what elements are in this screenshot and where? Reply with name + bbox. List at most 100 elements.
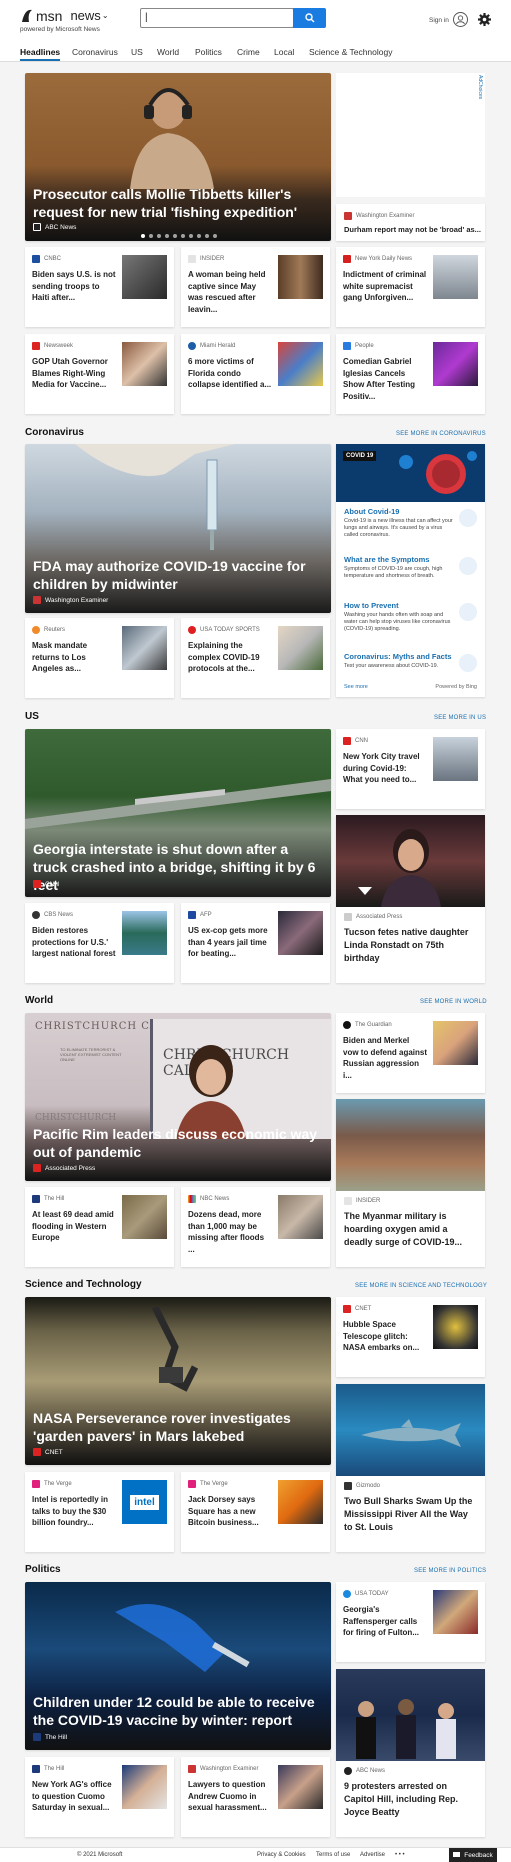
card-title[interactable]: Dozens dead, more than 1,000 may be miss… xyxy=(188,1209,272,1255)
covid-item-heading[interactable]: About Covid-19 xyxy=(344,507,399,516)
nav-headlines[interactable]: Headlines xyxy=(20,47,61,61)
news-card[interactable]: CNBC Biden says U.S. is not sending troo… xyxy=(25,247,174,327)
chevron-down-icon[interactable]: ⌄ xyxy=(102,8,109,24)
news-card[interactable]: CNET Hubble Space Telescope glitch: NASA… xyxy=(336,1297,485,1377)
card-title[interactable]: Hubble Space Telescope glitch: NASA emba… xyxy=(343,1319,427,1354)
adchoices-label[interactable]: AdChoices xyxy=(477,75,483,99)
hero-card-top[interactable]: Prosecutor calls Mollie Tibbetts killer'… xyxy=(25,73,331,241)
card-title[interactable]: Lawyers to question Andrew Cuomo in sexu… xyxy=(188,1779,272,1814)
card-title[interactable]: Tucson fetes native daughter Linda Ronst… xyxy=(344,926,476,965)
news-card[interactable]: The Verge Intel is reportedly in talks t… xyxy=(25,1472,174,1552)
nav-crime[interactable]: Crime xyxy=(237,47,260,57)
card-title[interactable]: Biden says U.S. is not sending troops to… xyxy=(32,269,116,304)
advertise-link[interactable]: Advertise xyxy=(360,1852,385,1858)
news-card[interactable]: USA TODAY Georgia's Raffensperger calls … xyxy=(336,1582,485,1662)
card-title[interactable]: Explaining the complex COVID-19 protocol… xyxy=(188,640,272,675)
see-more-world[interactable]: SEE MORE IN WORLD xyxy=(420,999,487,1005)
card-title[interactable]: US ex-cop gets more than 4 years jail ti… xyxy=(188,925,272,960)
play-icon[interactable] xyxy=(358,887,372,895)
news-card[interactable]: Miami Herald 6 more victims of Florida c… xyxy=(181,334,330,414)
nav-politics[interactable]: Politics xyxy=(195,47,222,57)
card-title[interactable]: Georgia's Raffensperger calls for firing… xyxy=(343,1604,427,1639)
news-card[interactable]: INSIDER A woman being held captive since… xyxy=(181,247,330,327)
news-card[interactable]: NBC News Dozens dead, more than 1,000 ma… xyxy=(181,1187,330,1267)
card-title[interactable]: New York AG's office to question Cuomo S… xyxy=(32,1779,116,1814)
card-title[interactable]: GOP Utah Governor Blames Right-Wing Medi… xyxy=(32,356,116,391)
hero-card-politics[interactable]: Children under 12 could be able to recei… xyxy=(25,1582,331,1750)
news-card[interactable]: New York Daily News Indictment of crimin… xyxy=(336,247,485,327)
see-more-coronavirus[interactable]: SEE MORE IN CORONAVIRUS xyxy=(396,431,486,437)
msn-logo[interactable]: msn news ⌄ xyxy=(20,8,109,24)
hero-headline[interactable]: FDA may authorize COVID-19 vaccine for c… xyxy=(33,557,323,593)
hero-headline[interactable]: Prosecutor calls Mollie Tibbetts killer'… xyxy=(33,185,323,221)
hero-card-scitech[interactable]: NASA Perseverance rover investigates 'ga… xyxy=(25,1297,331,1465)
hero-headline[interactable]: NASA Perseverance rover investigates 'ga… xyxy=(33,1409,323,1445)
side-card-top[interactable]: Washington Examiner Durham report may no… xyxy=(336,204,485,241)
news-card-tall[interactable]: ABC News 9 protesters arrested on Capito… xyxy=(336,1669,485,1837)
avatar[interactable] xyxy=(453,12,468,27)
card-title[interactable]: Mask mandate returns to Los Angeles as..… xyxy=(32,640,116,675)
side-card-title[interactable]: Durham report may not be 'broad' as... xyxy=(344,225,481,234)
card-title[interactable]: Biden and Merkel vow to defend against R… xyxy=(343,1035,427,1081)
hero-card-us[interactable]: Georgia interstate is shut down after a … xyxy=(25,729,331,897)
news-card[interactable]: Reuters Mask mandate returns to Los Ange… xyxy=(25,618,174,698)
covid-item-heading[interactable]: Coronavirus: Myths and Facts xyxy=(344,652,452,661)
card-title[interactable]: Indictment of criminal white supremacist… xyxy=(343,269,427,304)
news-card[interactable]: CBS News Biden restores protections for … xyxy=(25,903,174,983)
card-title[interactable]: At least 69 dead amid flooding in Wester… xyxy=(32,1209,116,1244)
news-card[interactable]: CNN New York City travel during Covid-19… xyxy=(336,729,485,809)
hero-card-coronavirus[interactable]: FDA may authorize COVID-19 vaccine for c… xyxy=(25,444,331,613)
covid-item-about[interactable]: About Covid-19 Covid-19 is a new illness … xyxy=(336,507,485,549)
terms-link[interactable]: Terms of use xyxy=(316,1852,350,1858)
covid-item-heading[interactable]: How to Prevent xyxy=(344,601,399,610)
covid-item-prevent[interactable]: How to Prevent Washing your hands often w… xyxy=(336,601,485,645)
nav-world[interactable]: World xyxy=(157,47,179,57)
search-button[interactable] xyxy=(293,8,326,28)
sign-in-link[interactable]: Sign in xyxy=(429,17,449,24)
nav-science-technology[interactable]: Science & Technology xyxy=(309,47,392,57)
hero-headline[interactable]: Pacific Rim leaders discuss economic way… xyxy=(33,1125,323,1161)
see-more-us[interactable]: SEE MORE IN US xyxy=(434,715,486,721)
hero-card-world[interactable]: CHRISTCHURCH CALL TO ELIMINATE TERRORIST… xyxy=(25,1013,331,1181)
see-more-scitech[interactable]: SEE MORE IN SCIENCE AND TECHNOLOGY xyxy=(355,1283,487,1289)
news-card[interactable]: The Hill New York AG's office to questio… xyxy=(25,1757,174,1837)
card-title[interactable]: 9 protesters arrested on Capitol Hill, i… xyxy=(344,1780,476,1819)
card-title[interactable]: 6 more victims of Florida condo collapse… xyxy=(188,356,272,391)
hero-headline[interactable]: Children under 12 could be able to recei… xyxy=(33,1693,323,1729)
card-title[interactable]: The Myanmar military is hoarding oxygen … xyxy=(344,1210,476,1249)
news-card[interactable]: The Guardian Biden and Merkel vow to def… xyxy=(336,1013,485,1093)
section-name[interactable]: news xyxy=(70,8,100,24)
nav-coronavirus[interactable]: Coronavirus xyxy=(72,47,118,57)
news-card[interactable]: Newsweek GOP Utah Governor Blames Right-… xyxy=(25,334,174,414)
news-card-tall[interactable]: Gizmodo Two Bull Sharks Swam Up the Miss… xyxy=(336,1384,485,1552)
covid-see-more[interactable]: See more xyxy=(344,684,368,690)
news-card-tall[interactable]: Associated Press Tucson fetes native dau… xyxy=(336,815,485,983)
nav-us[interactable]: US xyxy=(131,47,143,57)
news-card[interactable]: The Verge Jack Dorsey says Square has a … xyxy=(181,1472,330,1552)
news-card[interactable]: Washington Examiner Lawyers to question … xyxy=(181,1757,330,1837)
covid-item-heading[interactable]: What are the Symptoms xyxy=(344,555,429,564)
carousel-dots[interactable] xyxy=(141,234,217,238)
search-input[interactable]: | xyxy=(140,8,294,28)
card-title[interactable]: Intel is reportedly in talks to buy the … xyxy=(32,1494,116,1529)
covid-item-myths[interactable]: Coronavirus: Myths and Facts Test your aw… xyxy=(336,652,485,676)
ad-slot[interactable]: AdChoices xyxy=(336,73,485,197)
card-title[interactable]: New York City travel during Covid-19: Wh… xyxy=(343,751,427,786)
card-title[interactable]: A woman being held captive since May was… xyxy=(188,269,272,315)
covid-item-symptoms[interactable]: What are the Symptoms Symptoms of COVID-1… xyxy=(336,555,485,593)
more-options-icon[interactable]: • • • xyxy=(395,1852,405,1858)
news-card[interactable]: People Comedian Gabriel Iglesias Cancels… xyxy=(336,334,485,414)
news-card[interactable]: USA TODAY SPORTS Explaining the complex … xyxy=(181,618,330,698)
card-title[interactable]: Two Bull Sharks Swam Up the Mississippi … xyxy=(344,1495,476,1534)
see-more-politics[interactable]: SEE MORE IN POLITICS xyxy=(414,1568,486,1574)
feedback-button[interactable]: Feedback xyxy=(449,1848,497,1862)
card-title[interactable]: Comedian Gabriel Iglesias Cancels Show A… xyxy=(343,356,427,402)
gear-icon[interactable] xyxy=(477,12,492,27)
news-card[interactable]: AFP US ex-cop gets more than 4 years jai… xyxy=(181,903,330,983)
privacy-link[interactable]: Privacy & Cookies xyxy=(257,1852,306,1858)
hero-headline[interactable]: Georgia interstate is shut down after a … xyxy=(33,840,323,894)
nav-local[interactable]: Local xyxy=(274,47,294,57)
card-title[interactable]: Biden restores protections for U.S.' lar… xyxy=(32,925,116,960)
news-card-tall[interactable]: INSIDER The Myanmar military is hoarding… xyxy=(336,1099,485,1267)
card-title[interactable]: Jack Dorsey says Square has a new Bitcoi… xyxy=(188,1494,272,1529)
